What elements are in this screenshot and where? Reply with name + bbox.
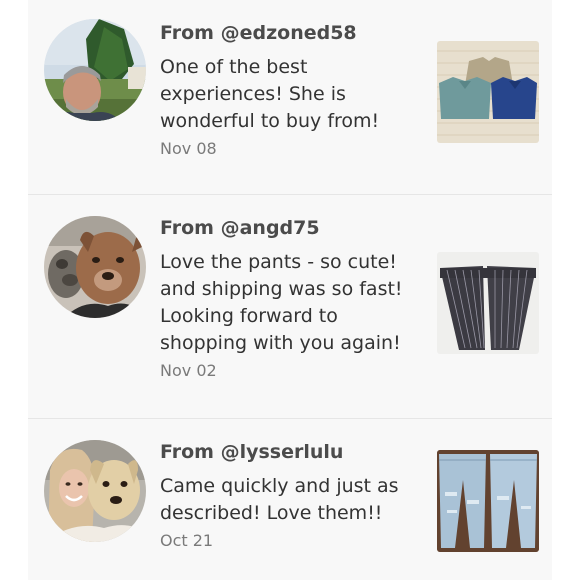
review-username[interactable]: From @edzoned58 (160, 20, 430, 46)
listing-photo (437, 450, 539, 552)
review-date: Nov 02 (160, 361, 217, 380)
review-text: From @lysserlulu Came quickly and just a… (160, 439, 430, 552)
review-comment: One of the best experiences! She is wond… (160, 56, 380, 132)
reviewer-avatar-photo (44, 216, 146, 318)
reviewer-avatar[interactable] (44, 19, 146, 121)
listing-photo (437, 252, 539, 354)
review-comment: Love the pants - so cute! and shipping w… (160, 251, 403, 354)
listing-thumbnail[interactable] (437, 252, 539, 354)
review-date: Oct 21 (160, 531, 214, 550)
reviewer-avatar[interactable] (44, 440, 146, 542)
listing-thumbnail[interactable] (437, 41, 539, 143)
review-comment: Came quickly and just as described! Love… (160, 475, 399, 524)
reviewer-avatar[interactable] (44, 216, 146, 318)
review-text: From @angd75 Love the pants - so cute! a… (160, 215, 430, 382)
listing-photo (437, 41, 539, 143)
reviews-feed: From @edzoned58 One of the best experien… (28, 0, 552, 580)
review-username[interactable]: From @lysserlulu (160, 439, 430, 465)
review-date: Nov 08 (160, 139, 217, 158)
review-item: From @angd75 Love the pants - so cute! a… (28, 195, 552, 418)
review-text: From @edzoned58 One of the best experien… (160, 20, 430, 160)
review-item: From @edzoned58 One of the best experien… (28, 0, 552, 194)
review-item: From @lysserlulu Came quickly and just a… (28, 419, 552, 580)
review-username[interactable]: From @angd75 (160, 215, 430, 241)
listing-thumbnail[interactable] (437, 450, 539, 552)
reviewer-avatar-photo (44, 19, 146, 121)
reviewer-avatar-photo (44, 440, 146, 542)
